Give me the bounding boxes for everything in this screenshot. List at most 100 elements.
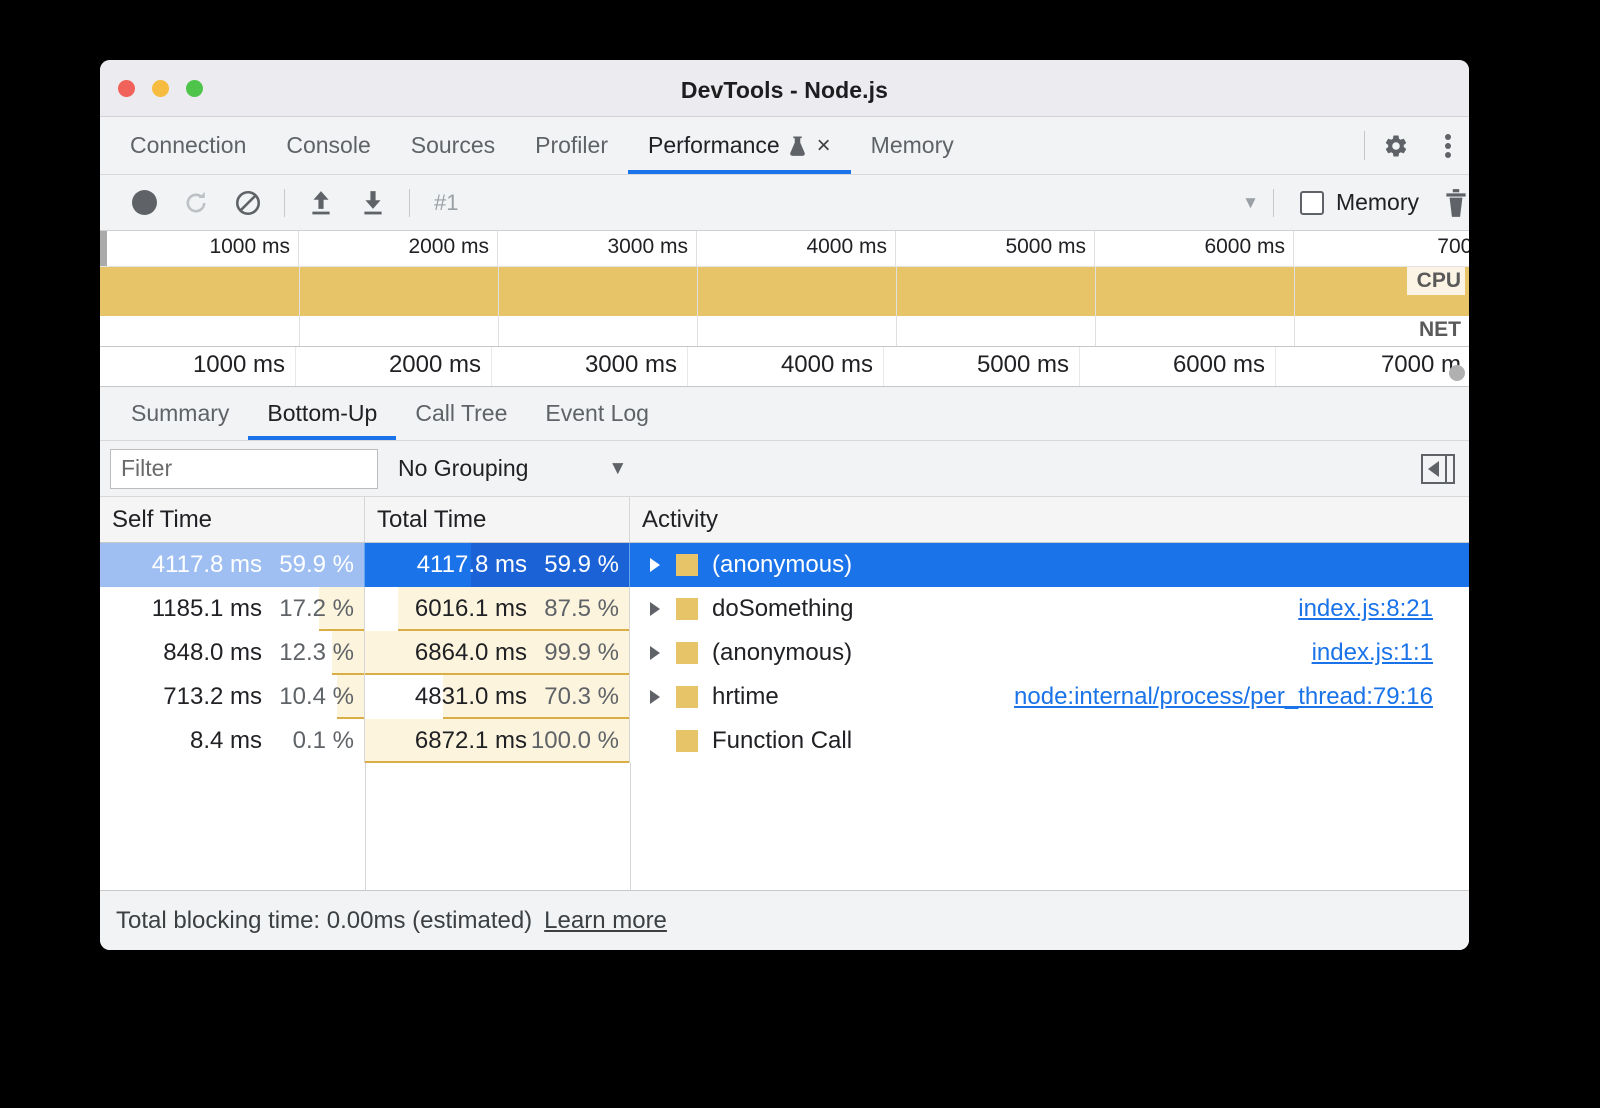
total-time-value: 4117.8 ms — [417, 551, 527, 579]
tab-bottom-up[interactable]: Bottom-Up — [248, 387, 396, 440]
sidebar-toggle-button[interactable] — [1421, 454, 1455, 484]
sidebar-toggle-icon — [1428, 461, 1439, 477]
activity-name: (anonymous) — [712, 639, 852, 667]
grid-rows: 4117.8 ms 59.9 % 4117.8 ms 59.9 % (anony… — [100, 543, 1469, 890]
flask-icon — [789, 135, 806, 157]
detail-view-tabbar: Summary Bottom-Up Call Tree Event Log — [100, 387, 1469, 441]
self-time-percent: 0.1 % — [262, 727, 354, 755]
delete-profile-button[interactable] — [1419, 188, 1469, 218]
tab-summary-label: Summary — [131, 400, 229, 427]
expand-arrow-icon[interactable] — [642, 602, 668, 616]
tab-memory[interactable]: Memory — [851, 117, 974, 174]
tab-event-log[interactable]: Event Log — [526, 387, 668, 440]
overview-scrollbar-thumb[interactable] — [1449, 365, 1465, 381]
activity-name: doSomething — [712, 595, 853, 623]
gear-icon — [1383, 133, 1409, 159]
activity-name: (anonymous) — [712, 551, 852, 579]
table-row[interactable]: 1185.1 ms 17.2 % 6016.1 ms 87.5 % doSome… — [100, 587, 1469, 631]
learn-more-link[interactable]: Learn more — [544, 907, 667, 935]
memory-checkbox-label: Memory — [1336, 189, 1419, 216]
filter-input[interactable] — [110, 449, 378, 489]
activity-color-swatch — [676, 554, 698, 576]
ruler-tick: 4000 ms — [697, 231, 896, 266]
save-profile-button[interactable] — [347, 183, 399, 223]
tab-connection[interactable]: Connection — [110, 117, 266, 174]
tab-console[interactable]: Console — [266, 117, 390, 174]
tab-call-tree-label: Call Tree — [415, 400, 507, 427]
cell-self-time: 8.4 ms 0.1 % — [100, 719, 365, 763]
expand-arrow-icon[interactable] — [642, 646, 668, 660]
activity-name: Function Call — [712, 727, 852, 755]
activity-source-link[interactable]: index.js:1:1 — [1312, 639, 1469, 667]
grid-empty-area — [100, 763, 1469, 890]
tab-performance[interactable]: Performance × — [628, 117, 851, 174]
total-blocking-time-text: Total blocking time: 0.00ms (estimated) — [116, 907, 532, 935]
more-options-button[interactable] — [1427, 117, 1469, 174]
table-row[interactable]: 713.2 ms 10.4 % 4831.0 ms 70.3 % hrtime … — [100, 675, 1469, 719]
status-bar: Total blocking time: 0.00ms (estimated) … — [100, 890, 1469, 950]
total-time-percent: 99.9 % — [527, 639, 619, 667]
chevron-down-icon: ▼ — [608, 458, 627, 480]
kebab-menu-icon — [1445, 133, 1451, 159]
activity-source-link[interactable]: index.js:8:21 — [1298, 595, 1469, 623]
memory-checkbox-box[interactable] — [1300, 191, 1324, 215]
reload-and-record-button[interactable] — [170, 183, 222, 223]
self-time-percent: 12.3 % — [262, 639, 354, 667]
ruler-tick: 3000 ms — [498, 231, 697, 266]
expand-arrow-icon[interactable] — [642, 558, 668, 572]
tab-profiler[interactable]: Profiler — [515, 117, 628, 174]
total-time-value: 6864.0 ms — [415, 639, 527, 667]
profile-selector-caret[interactable]: ▼ — [1242, 193, 1259, 213]
bottom-up-tree: Self Time Total Time Activity 4117.8 ms … — [100, 497, 1469, 890]
expand-arrow-icon[interactable] — [642, 690, 668, 704]
overview-ruler-bottom: 1000 ms 2000 ms 3000 ms 4000 ms 5000 ms … — [100, 346, 1469, 386]
memory-checkbox[interactable]: Memory — [1284, 189, 1419, 216]
cell-total-time: 6872.1 ms 100.0 % — [365, 719, 630, 763]
cell-activity: (anonymous) — [630, 543, 1469, 587]
tab-summary[interactable]: Summary — [112, 387, 248, 440]
clear-button[interactable] — [222, 183, 274, 223]
grouping-select[interactable]: No Grouping ▼ — [398, 455, 627, 482]
self-time-value: 713.2 ms — [163, 683, 262, 711]
settings-button[interactable] — [1365, 117, 1427, 174]
download-icon — [360, 189, 386, 217]
cell-activity: (anonymous) index.js:1:1 — [630, 631, 1469, 675]
window-title: DevTools - Node.js — [100, 77, 1469, 104]
self-time-value: 848.0 ms — [163, 639, 262, 667]
record-button[interactable] — [118, 183, 170, 223]
self-time-percent: 10.4 % — [262, 683, 354, 711]
record-icon — [132, 190, 157, 215]
tabbar-spacer — [974, 117, 1364, 174]
profile-selector[interactable]: #1 — [420, 190, 458, 216]
total-time-value: 4831.0 ms — [415, 683, 527, 711]
upload-icon — [308, 189, 334, 217]
tab-sources[interactable]: Sources — [391, 117, 515, 174]
close-tab-icon[interactable]: × — [815, 134, 831, 158]
tab-console-label: Console — [286, 132, 370, 159]
tab-sources-label: Sources — [411, 132, 495, 159]
ruler-tick: 7000 m — [1276, 347, 1469, 386]
ruler-tick: 1000 ms — [100, 347, 296, 386]
column-header-total-time[interactable]: Total Time — [365, 497, 630, 542]
timeline-overview[interactable]: 1000 ms 2000 ms 3000 ms 4000 ms 5000 ms … — [100, 231, 1469, 387]
cell-self-time: 848.0 ms 12.3 % — [100, 631, 365, 675]
column-header-self-time[interactable]: Self Time — [100, 497, 365, 542]
table-row[interactable]: 4117.8 ms 59.9 % 4117.8 ms 59.9 % (anony… — [100, 543, 1469, 587]
ruler-tick: 6000 ms — [1080, 347, 1276, 386]
column-header-activity[interactable]: Activity — [630, 497, 1469, 542]
self-time-percent: 59.9 % — [262, 551, 354, 579]
trash-icon — [1443, 188, 1469, 218]
total-time-value: 6872.1 ms — [415, 727, 527, 755]
tab-event-log-label: Event Log — [545, 400, 649, 427]
cell-total-time: 6864.0 ms 99.9 % — [365, 631, 630, 675]
tab-call-tree[interactable]: Call Tree — [396, 387, 526, 440]
activity-source-link[interactable]: node:internal/process/per_thread:79:16 — [1014, 683, 1469, 711]
ruler-tick: 5000 ms — [896, 231, 1095, 266]
total-time-percent: 59.9 % — [527, 551, 619, 579]
net-track: NET — [100, 316, 1469, 346]
overview-window-left-handle[interactable] — [100, 231, 107, 267]
load-profile-button[interactable] — [295, 183, 347, 223]
table-row[interactable]: 8.4 ms 0.1 % 6872.1 ms 100.0 % Function … — [100, 719, 1469, 763]
table-row[interactable]: 848.0 ms 12.3 % 6864.0 ms 99.9 % (anonym… — [100, 631, 1469, 675]
ruler-tick: 4000 ms — [688, 347, 884, 386]
